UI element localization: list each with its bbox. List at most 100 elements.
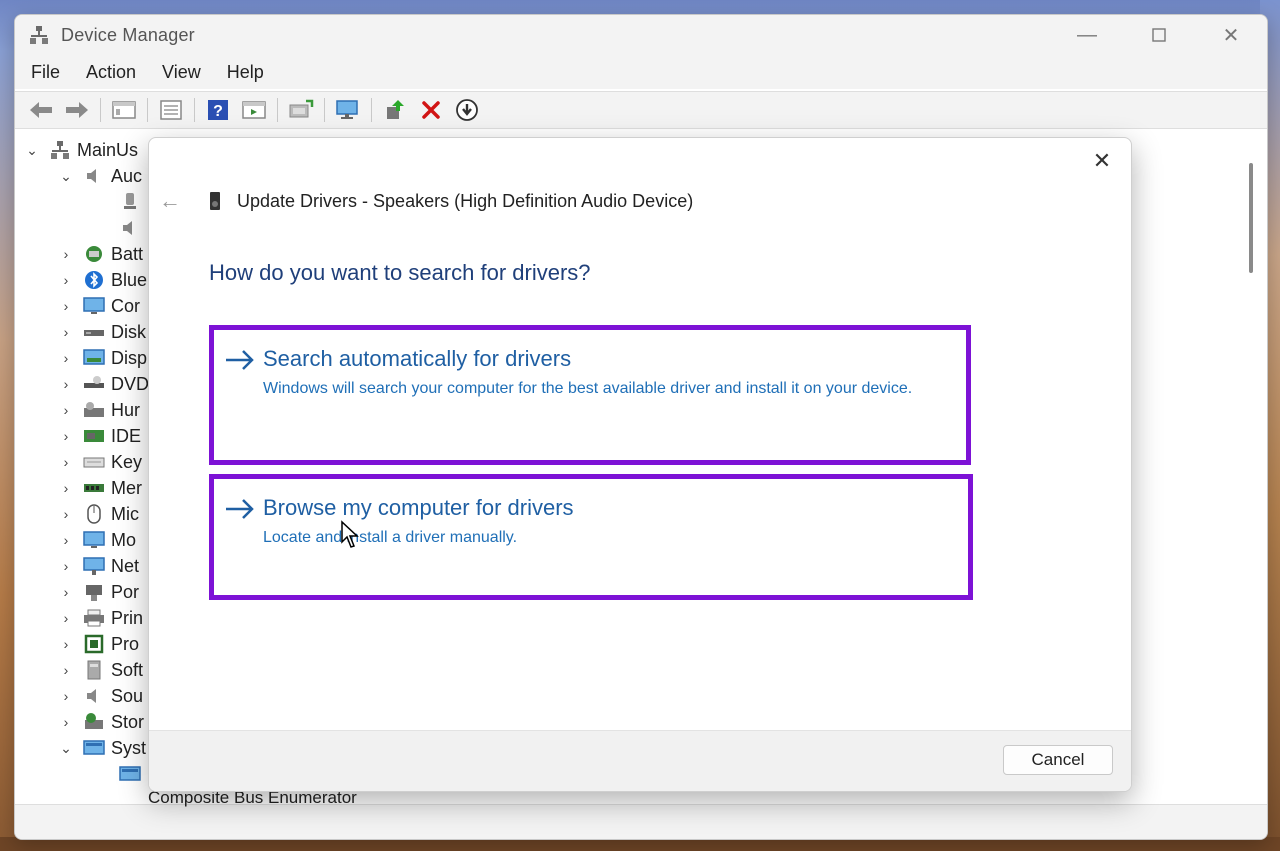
tree-item-label: Mo	[111, 529, 137, 550]
tree-item-label: Hur	[111, 399, 141, 420]
chevron-right-icon[interactable]: ›	[59, 688, 73, 704]
toolbar-separator	[194, 98, 195, 122]
tree-item[interactable]: › Hur	[59, 397, 140, 423]
chevron-right-icon[interactable]: ›	[59, 636, 73, 652]
dialog-header: ← Update Drivers - Speakers (High Defini…	[159, 188, 693, 214]
tree-item[interactable]: › Prin	[59, 605, 143, 631]
tree-item[interactable]: › Disp	[59, 345, 147, 371]
back-arrow-icon[interactable]: ←	[159, 188, 183, 214]
tree-item[interactable]: › Net	[59, 553, 139, 579]
device-tree: ⌄ MainUs ⌄ Auc › Batt › Blue › Cor › Disk › Disp › DV…	[15, 129, 149, 805]
tree-item[interactable]: › Mic	[59, 501, 139, 527]
tree-item[interactable]: › Mer	[59, 475, 142, 501]
tree-item[interactable]: › Mo	[59, 527, 136, 553]
hid-icon	[83, 400, 105, 420]
download-icon[interactable]	[452, 96, 482, 124]
chevron-right-icon[interactable]: ›	[59, 376, 73, 392]
chevron-right-icon[interactable]: ›	[59, 454, 73, 470]
forward-icon[interactable]	[62, 96, 92, 124]
toolbar: ?	[15, 91, 1267, 129]
cancel-button[interactable]: Cancel	[1003, 745, 1113, 775]
tree-item[interactable]: › Cor	[59, 293, 140, 319]
minimize-icon[interactable]: —	[1051, 15, 1123, 55]
tree-item[interactable]: ⌄ Auc	[59, 163, 142, 189]
chevron-right-icon[interactable]: ›	[59, 714, 73, 730]
scan-hardware-icon[interactable]	[333, 96, 363, 124]
tree-item[interactable]: › Disk	[59, 319, 146, 345]
chevron-right-icon[interactable]: ›	[59, 402, 73, 418]
tree-item[interactable]: › Blue	[59, 267, 147, 293]
window-title: Device Manager	[61, 24, 195, 45]
tree-item[interactable]: › IDE	[59, 423, 141, 449]
back-icon[interactable]	[26, 96, 56, 124]
chevron-right-icon[interactable]: ›	[59, 324, 73, 340]
search-automatically-option[interactable]: Search automatically for drivers Windows…	[209, 325, 971, 465]
tree-item[interactable]: › Pro	[59, 631, 139, 657]
menu-help[interactable]: Help	[227, 62, 264, 83]
chevron-right-icon[interactable]: ›	[59, 428, 73, 444]
speaker-icon	[83, 686, 105, 706]
tree-item[interactable]: › Key	[59, 449, 142, 475]
tree-item[interactable]: › Sou	[59, 683, 143, 709]
chevron-right-icon[interactable]: ›	[59, 610, 73, 626]
tree-item[interactable]	[119, 761, 147, 787]
update-driver-icon[interactable]	[286, 96, 316, 124]
tree-item[interactable]: › Stor	[59, 709, 144, 735]
printer-icon	[83, 608, 105, 628]
chevron-right-icon[interactable]: ›	[59, 662, 73, 678]
browse-computer-option[interactable]: Browse my computer for drivers Locate an…	[209, 474, 973, 600]
tree-item-label: DVD	[111, 373, 150, 394]
tree-item-label: Mic	[111, 503, 139, 524]
chevron-down-icon[interactable]: ⌄	[59, 168, 73, 185]
view-icon[interactable]	[239, 96, 269, 124]
tree-item[interactable]: › Por	[59, 579, 139, 605]
tree-item-label: Disp	[111, 347, 148, 368]
enable-device-icon[interactable]	[380, 96, 410, 124]
title-bar: Device Manager — ✕	[15, 15, 1267, 55]
chevron-right-icon[interactable]: ›	[59, 350, 73, 366]
network-icon	[83, 556, 105, 576]
tree-item-label: Sou	[111, 685, 144, 706]
menu-file[interactable]: File	[31, 62, 60, 83]
properties-icon[interactable]	[109, 96, 139, 124]
tree-item[interactable]: › Soft	[59, 657, 143, 683]
chevron-right-icon[interactable]: ›	[59, 480, 73, 496]
port-icon	[83, 582, 105, 602]
tree-item[interactable]	[119, 189, 147, 215]
maximize-icon[interactable]	[1123, 15, 1195, 55]
uninstall-icon[interactable]	[416, 96, 446, 124]
tree-item-label: Pro	[111, 633, 140, 654]
menu-bar: File Action View Help	[15, 55, 1267, 89]
help-icon[interactable]: ?	[203, 96, 233, 124]
arrow-right-icon	[224, 497, 256, 521]
update-drivers-dialog: ✕ ← Update Drivers - Speakers (High Defi…	[148, 137, 1132, 792]
svg-text:?: ?	[213, 103, 223, 120]
close-icon[interactable]: ✕	[1195, 15, 1267, 55]
chevron-right-icon[interactable]: ›	[59, 506, 73, 522]
toolbar-separator	[277, 98, 278, 122]
chevron-right-icon[interactable]: ›	[59, 584, 73, 600]
chevron-down-icon[interactable]: ⌄	[25, 142, 39, 159]
chevron-right-icon[interactable]: ›	[59, 558, 73, 574]
scrollbar[interactable]	[1249, 163, 1253, 273]
option-title: Search automatically for drivers	[263, 346, 572, 371]
chevron-right-icon[interactable]: ›	[59, 272, 73, 288]
tree-item-label: Prin	[111, 607, 144, 628]
device-manager-icon	[29, 25, 49, 45]
chevron-right-icon[interactable]: ›	[59, 298, 73, 314]
battery-icon	[83, 244, 105, 264]
list-icon[interactable]	[156, 96, 186, 124]
menu-view[interactable]: View	[162, 62, 201, 83]
tree-item[interactable]: › DVD	[59, 371, 149, 397]
chevron-down-icon[interactable]: ⌄	[59, 740, 73, 757]
monitor-icon	[83, 530, 105, 550]
tree-item[interactable]	[119, 215, 147, 241]
chevron-right-icon[interactable]: ›	[59, 532, 73, 548]
tree-item[interactable]: ⌄ Syst	[59, 735, 146, 761]
tree-item[interactable]: › Batt	[59, 241, 143, 267]
option-title: Browse my computer for drivers	[263, 495, 574, 520]
chevron-right-icon[interactable]: ›	[59, 246, 73, 262]
close-icon[interactable]: ✕	[1087, 146, 1117, 176]
tree-root[interactable]: ⌄ MainUs	[25, 137, 138, 163]
menu-action[interactable]: Action	[86, 62, 136, 83]
